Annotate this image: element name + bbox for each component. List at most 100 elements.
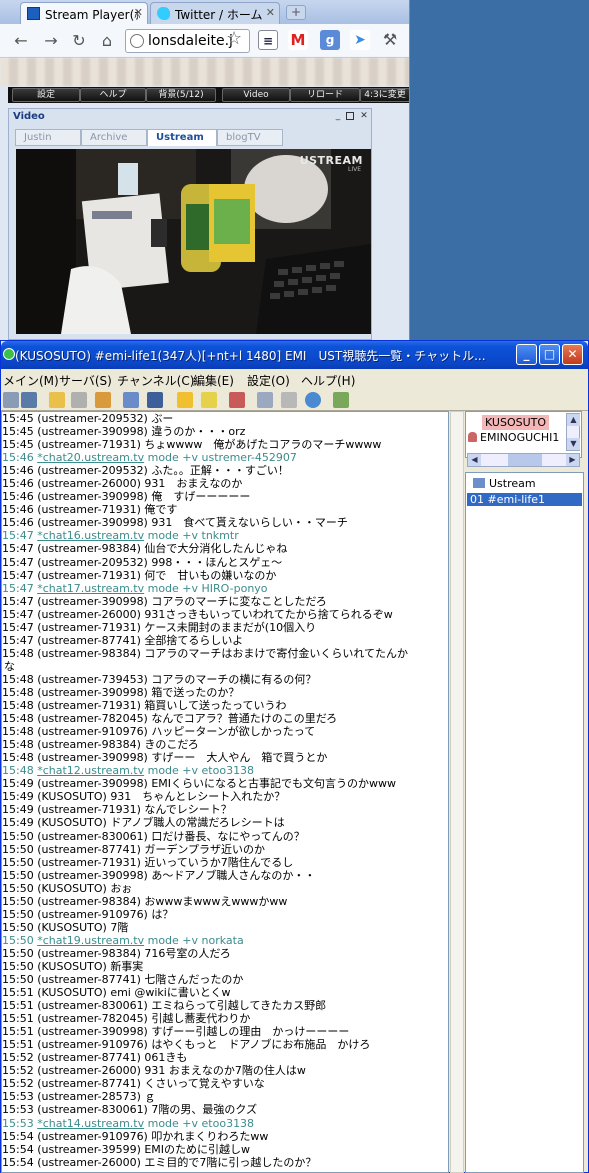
search-icon[interactable] xyxy=(257,392,273,408)
scroll-left-icon[interactable]: ◀ xyxy=(468,454,481,466)
join-icon[interactable] xyxy=(71,392,87,408)
video-tab-archive[interactable]: Archive xyxy=(81,129,147,146)
chat-timestamp: 15:54 xyxy=(2,1142,38,1156)
chat-line: 15:49 (ustreamer-71931) なんでレシート？ xyxy=(2,803,448,816)
connect-icon[interactable] xyxy=(3,392,19,408)
close-icon[interactable]: ✕ xyxy=(134,6,143,19)
export-icon[interactable] xyxy=(333,392,349,408)
menu-main[interactable]: メイン(M) xyxy=(3,372,59,389)
chat-nick: (ustreamer-87741) xyxy=(37,1077,141,1091)
title-bar[interactable]: (KUSOSUTO) #emi-life1(347人)[+nt+l 1480] … xyxy=(1,341,588,369)
nick-list-vscrollbar[interactable]: ▲ ▼ xyxy=(566,413,580,451)
chat-log-scrollbar[interactable] xyxy=(450,411,464,1173)
chat-nick: (ustreamer-390998) xyxy=(37,868,148,882)
extension-bookmark-icon[interactable]: ≡ xyxy=(258,30,278,50)
folder-icon[interactable] xyxy=(49,392,65,408)
chat-line: 15:47 (ustreamer-98384) 仙台で大分消化したんじゃね xyxy=(2,542,448,555)
maximize-icon[interactable] xyxy=(346,112,354,120)
chat-timestamp: 15:53 xyxy=(2,1116,38,1130)
globe-icon[interactable] xyxy=(305,392,321,408)
player-menu-reload[interactable]: リロード xyxy=(290,88,360,102)
chat-line: 15:45 (ustreamer-209532) ぶー xyxy=(2,412,448,425)
menu-settings[interactable]: 設定(O) xyxy=(247,372,290,389)
chat-timestamp: 15:46 xyxy=(2,516,38,530)
server-node[interactable]: Ustream xyxy=(470,477,539,490)
back-arrow-icon[interactable]: ← xyxy=(10,30,32,52)
disconnect-icon[interactable] xyxy=(21,392,37,408)
scroll-thumb[interactable] xyxy=(508,454,542,466)
video-panel-title: Video xyxy=(13,111,45,122)
browser-tab-twitter[interactable]: Twitter / ホーム ✕ xyxy=(150,2,280,24)
window-icon[interactable] xyxy=(123,392,139,408)
nick-list[interactable]: KUSOSUTO EMINOGUCHI1 xyxy=(465,411,582,458)
chat-nick: (ustreamer-71931) xyxy=(37,620,141,634)
scroll-up-icon[interactable]: ▲ xyxy=(567,414,580,426)
close-icon[interactable]: ✕ xyxy=(359,111,369,121)
chat-bubble-icon[interactable] xyxy=(281,392,297,408)
monitor-icon[interactable] xyxy=(147,392,163,408)
nick-item[interactable]: EMINOGUCHI1 xyxy=(468,431,559,444)
player-menu-background[interactable]: 背景(5/12) xyxy=(146,88,216,102)
google-extension-icon[interactable]: g xyxy=(320,30,340,50)
channel-node[interactable]: 01 #emi-life1 xyxy=(467,493,582,506)
chat-timestamp: 15:49 xyxy=(2,777,38,791)
menu-channel[interactable]: チャンネル(C) xyxy=(117,372,194,389)
chat-nick: (ustreamer-390998) xyxy=(37,594,148,608)
menu-edit[interactable]: 編集(E) xyxy=(193,372,234,389)
chat-message: 931さっきもいっていわれてたから捨てられるぞw xyxy=(144,607,393,621)
chat-message: おwwwまwwwえwwwかww xyxy=(144,894,288,908)
gmail-icon[interactable]: M xyxy=(288,30,308,50)
home-icon[interactable]: ⌂ xyxy=(96,30,118,52)
maximize-button[interactable]: □ xyxy=(539,344,560,365)
chat-nick: (ustreamer-71931) xyxy=(37,699,141,713)
chat-nick: (KUSOSUTO) xyxy=(37,881,107,895)
chat-message: 七階さんだったのか xyxy=(144,973,244,987)
chat-line: 15:50 (ustreamer-87741) ガーデンプラザ近いのか xyxy=(2,843,448,856)
minimize-icon[interactable]: _ xyxy=(333,111,343,121)
wrench-icon[interactable]: ⚒ xyxy=(380,30,400,50)
new-tab-button[interactable]: + xyxy=(286,5,306,20)
log-icon[interactable] xyxy=(95,392,111,408)
checklist-icon[interactable] xyxy=(229,392,245,408)
live-label: LIVE xyxy=(347,166,361,173)
scroll-down-icon[interactable]: ▼ xyxy=(567,438,580,450)
browser-tab-stream-player[interactable]: Stream Player(ﾎ ✕ xyxy=(20,2,148,24)
chat-timestamp: 15:50 xyxy=(2,855,38,869)
video-stream[interactable]: USTREAM LIVE xyxy=(16,149,371,334)
scroll-right-icon[interactable]: ▶ xyxy=(566,454,579,466)
chat-nick: (ustreamer-98384) xyxy=(37,646,141,660)
menu-server[interactable]: サーバ(S) xyxy=(59,372,112,389)
player-menu-help[interactable]: ヘルプ xyxy=(80,88,146,102)
chat-line: 15:50 (KUSOSUTO) おぉ xyxy=(2,882,448,895)
video-tab-justin[interactable]: Justin xyxy=(15,129,81,146)
chat-message: 931 おまえなのか7階の住人はw xyxy=(144,1064,306,1078)
close-button[interactable]: ✕ xyxy=(562,344,583,365)
twitter-extension-icon[interactable]: ➤ xyxy=(350,30,370,50)
chat-timestamp: 15:48 xyxy=(2,738,38,752)
nick-item[interactable]: KUSOSUTO xyxy=(482,415,550,430)
close-icon[interactable]: ✕ xyxy=(266,6,275,19)
chat-message: ちょwwww 俺があげたコアラのマーチwwww xyxy=(144,438,382,452)
chat-message: 7階 xyxy=(110,920,129,934)
menu-help[interactable]: ヘルプ(H) xyxy=(301,372,355,389)
chat-log[interactable]: 15:45 (ustreamer-209532) ぶー 15:45 (ustrea… xyxy=(1,411,449,1173)
chat-message: mode +v ustremer-452907 xyxy=(147,451,297,465)
lock-icon[interactable] xyxy=(177,392,193,408)
forward-arrow-icon[interactable]: → xyxy=(40,30,62,52)
bookmark-star-icon[interactable]: ☆ xyxy=(226,28,242,49)
video-tab-blogtv[interactable]: blogTV xyxy=(217,129,283,146)
video-tab-ustream[interactable]: Ustream xyxy=(147,129,217,146)
chat-line: 15:47 (ustreamer-71931) 何で 甘いもの嫌いなのか xyxy=(2,569,448,582)
player-menu-video[interactable]: Video xyxy=(222,88,290,102)
channel-tree[interactable]: Ustream 01 #emi-life1 xyxy=(465,472,584,1173)
chat-system-line: 15:50 *chat19.ustream.tv mode +v norkata xyxy=(2,934,448,947)
nick-list-hscrollbar[interactable]: ◀ ▶ xyxy=(467,453,580,467)
reload-icon[interactable]: ↻ xyxy=(68,30,90,52)
minimize-button[interactable]: _ xyxy=(516,344,537,365)
player-menu-aspect[interactable]: 4:3に変更 xyxy=(360,88,409,102)
chat-message: なんでレシート？ xyxy=(144,803,232,817)
chat-nick: (ustreamer-910976) xyxy=(37,1038,148,1052)
note-icon[interactable] xyxy=(201,392,217,408)
chat-message: くさいって覚えやすいな xyxy=(144,1077,265,1091)
player-menu-settings[interactable]: 設定 xyxy=(12,88,80,102)
